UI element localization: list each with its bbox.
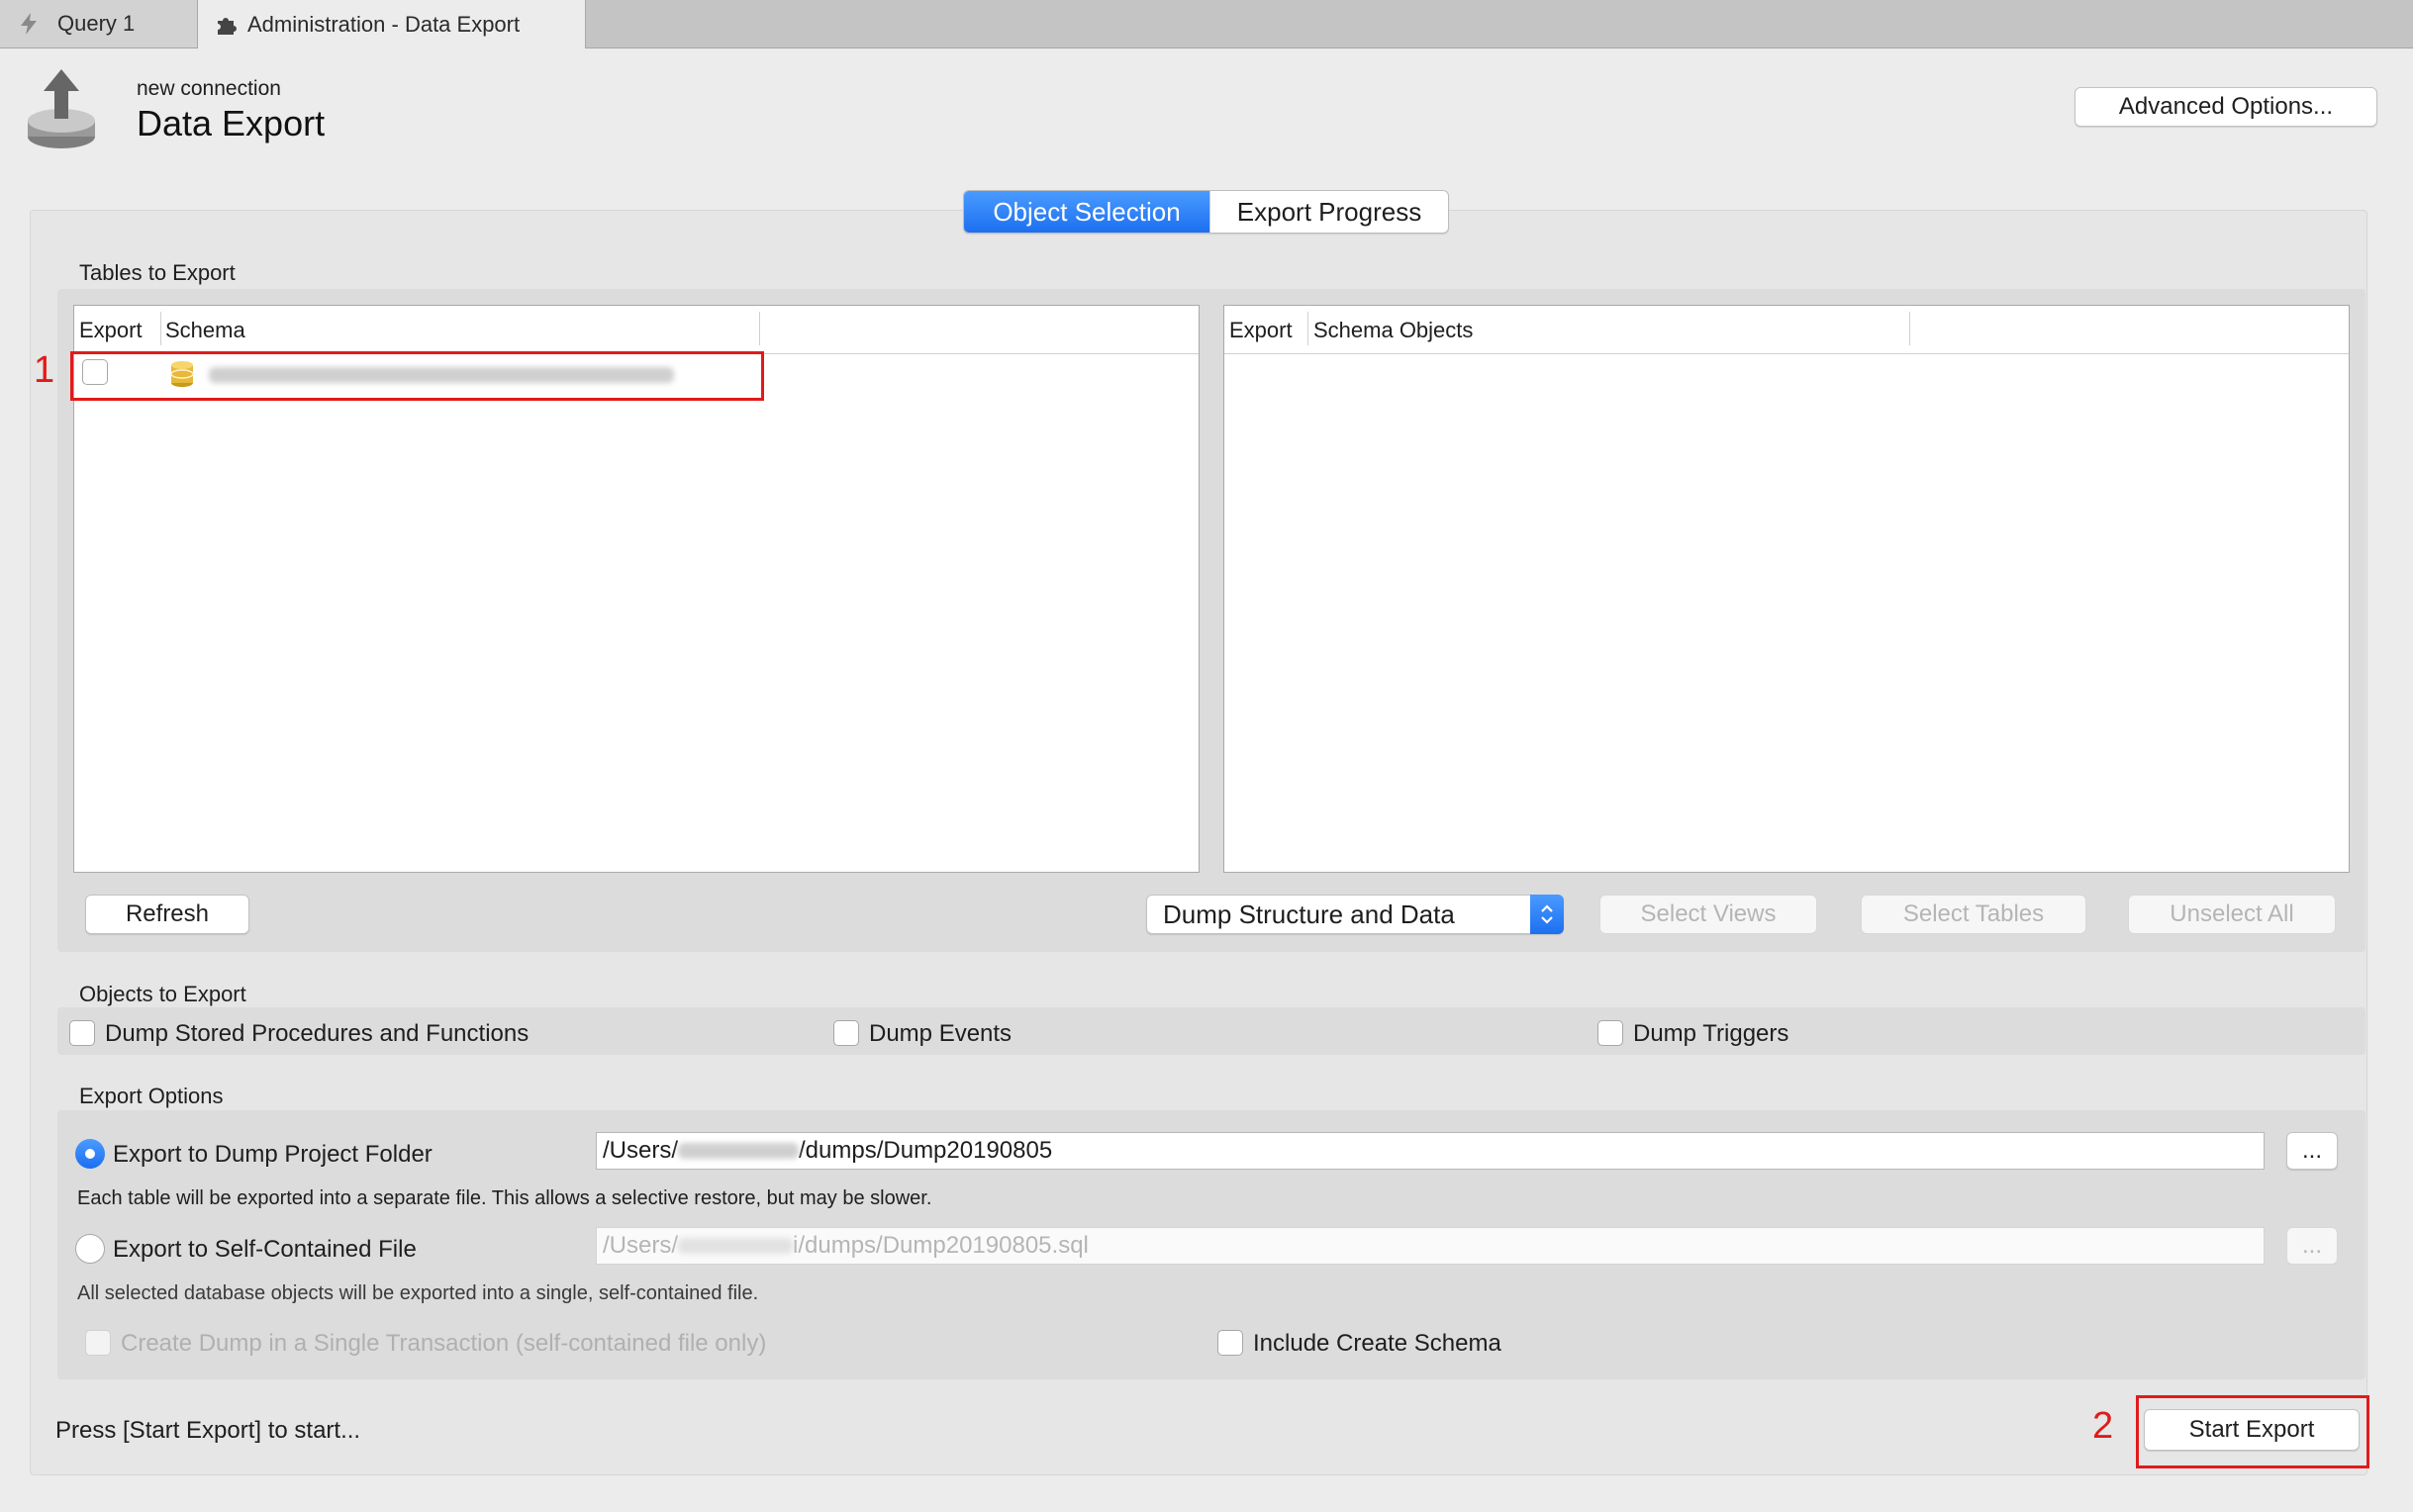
- dump-events-checkbox[interactable]: [833, 1020, 859, 1046]
- export-folder-radio[interactable]: [75, 1139, 105, 1169]
- dump-type-select[interactable]: Dump Structure and Data: [1146, 895, 1564, 934]
- schema-list-header: Export Schema: [74, 306, 1199, 354]
- include-create-schema-label: Include Create Schema: [1253, 1330, 1501, 1357]
- folder-path-input[interactable]: /Users/ /dumps/Dump20190805: [596, 1132, 2265, 1170]
- status-text: Press [Start Export] to start...: [55, 1417, 361, 1444]
- annotation-box-2: [2136, 1395, 2369, 1468]
- export-file-radio[interactable]: [75, 1234, 105, 1264]
- file-path-suffix: i/dumps/Dump20190805.sql: [793, 1232, 1089, 1259]
- puzzle-icon: [214, 12, 240, 38]
- advanced-options-button[interactable]: Advanced Options...: [2075, 87, 2377, 127]
- dump-triggers-label: Dump Triggers: [1633, 1020, 1789, 1047]
- single-transaction-label: Create Dump in a Single Transaction (sel…: [121, 1330, 767, 1357]
- single-transaction-checkbox[interactable]: [85, 1330, 111, 1356]
- view-switcher: Object Selection Export Progress: [963, 190, 1449, 234]
- annotation-number-2: 2: [2092, 1405, 2114, 1447]
- dump-type-value: Dump Structure and Data: [1163, 898, 1455, 929]
- browse-folder-button[interactable]: ...: [2286, 1132, 2338, 1170]
- column-schema-objects[interactable]: Schema Objects: [1313, 318, 1473, 343]
- dump-events-label: Dump Events: [869, 1020, 1013, 1047]
- annotation-number-1: 1: [34, 349, 55, 391]
- include-create-schema-checkbox[interactable]: [1217, 1330, 1243, 1356]
- chevron-updown-icon: [1530, 895, 1564, 934]
- username-redacted: [678, 1143, 800, 1159]
- dump-procedures-label: Dump Stored Procedures and Functions: [105, 1020, 530, 1047]
- tables-to-export-label: Tables to Export: [79, 260, 236, 285]
- unselect-all-button[interactable]: Unselect All: [2128, 895, 2336, 934]
- lightning-icon: [16, 11, 42, 37]
- refresh-button[interactable]: Refresh: [85, 895, 249, 934]
- file-path-prefix: /Users/: [603, 1232, 679, 1259]
- export-options-label: Export Options: [79, 1084, 224, 1108]
- username-redacted: [678, 1238, 794, 1254]
- select-views-button[interactable]: Select Views: [1599, 895, 1817, 934]
- tab-object-selection[interactable]: Object Selection: [964, 191, 1209, 233]
- select-tables-button[interactable]: Select Tables: [1861, 895, 2086, 934]
- column-export[interactable]: Export: [79, 318, 143, 343]
- folder-path-suffix: /dumps/Dump20190805: [799, 1137, 1053, 1164]
- objects-to-export-label: Objects to Export: [79, 982, 246, 1006]
- column-export[interactable]: Export: [1229, 318, 1293, 343]
- folder-note: Each table will be exported into a separ…: [77, 1187, 932, 1209]
- annotation-box-1: [70, 351, 764, 401]
- dump-procedures-checkbox[interactable]: [69, 1020, 95, 1046]
- tab-administration-data-export[interactable]: Administration - Data Export: [198, 0, 586, 48]
- schema-objects-list[interactable]: Export Schema Objects: [1223, 305, 2350, 873]
- file-path-input[interactable]: /Users/ i/dumps/Dump20190805.sql: [596, 1227, 2265, 1265]
- folder-path-prefix: /Users/: [603, 1137, 679, 1164]
- browse-file-button[interactable]: ...: [2286, 1227, 2338, 1265]
- data-export-icon: [24, 65, 99, 157]
- file-note: All selected database objects will be ex…: [77, 1282, 759, 1304]
- connection-name: new connection: [137, 77, 281, 100]
- tab-query-1[interactable]: Query 1: [0, 0, 198, 47]
- export-folder-label: Export to Dump Project Folder: [113, 1141, 433, 1168]
- tab-label: Administration - Data Export: [247, 11, 521, 37]
- export-file-label: Export to Self-Contained File: [113, 1236, 417, 1263]
- tab-label: Query 1: [57, 11, 136, 36]
- column-schema[interactable]: Schema: [165, 318, 245, 343]
- page-title: Data Export: [137, 103, 326, 143]
- tab-export-progress[interactable]: Export Progress: [1209, 191, 1448, 233]
- schema-objects-header: Export Schema Objects: [1224, 306, 2349, 354]
- dump-triggers-checkbox[interactable]: [1597, 1020, 1623, 1046]
